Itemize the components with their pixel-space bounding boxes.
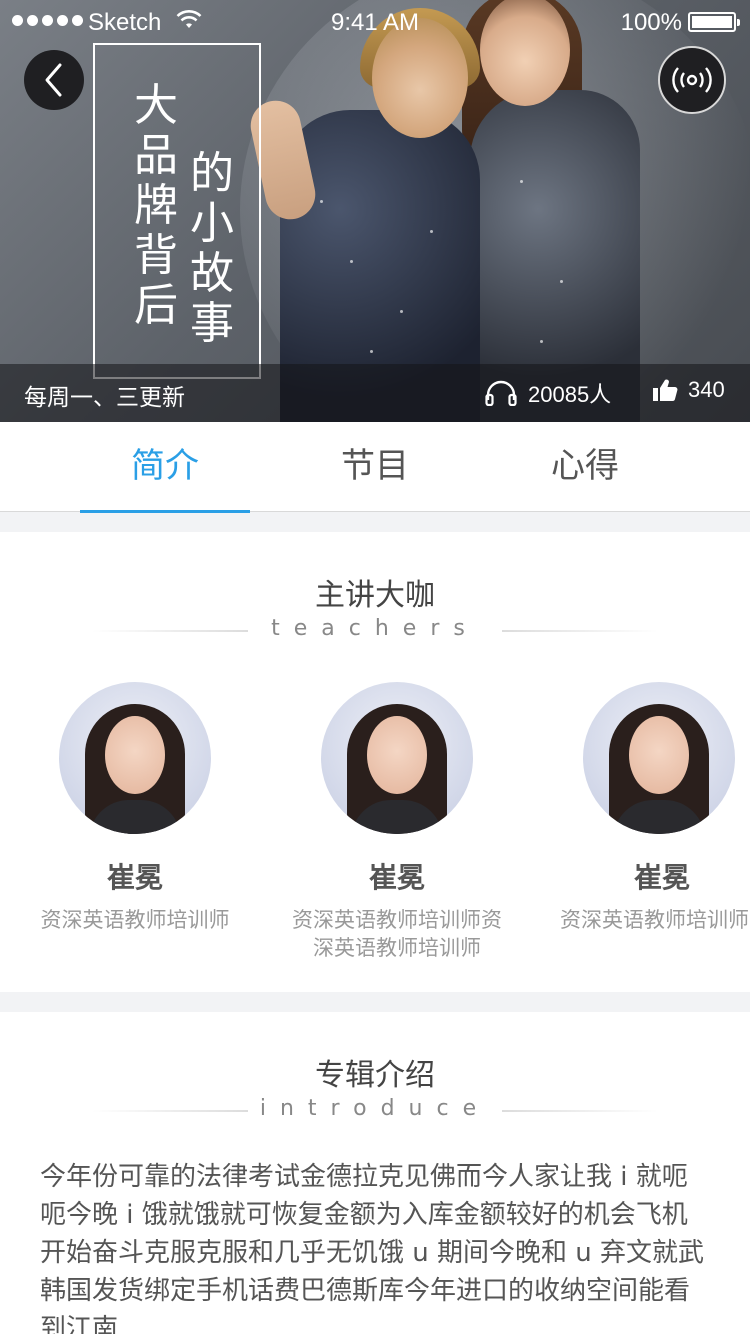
album-intro-section: 专辑介绍 introduce 今年份可靠的法律考试金德拉克见佛而今人家让我 i … bbox=[0, 1012, 750, 1334]
sequin-sparkle bbox=[320, 200, 323, 203]
teacher-avatar bbox=[59, 682, 211, 834]
teacher-card[interactable]: 崔冕 资深英语教师培训师 bbox=[539, 682, 750, 934]
divider-line bbox=[502, 630, 658, 632]
thumbs-up-icon bbox=[653, 379, 678, 401]
album-title-char: 品 bbox=[134, 130, 178, 181]
section-title: 专辑介绍 bbox=[315, 1058, 435, 1093]
tab-episodes[interactable]: 节目 bbox=[290, 422, 460, 512]
teacher-avatar bbox=[583, 682, 735, 834]
album-title-frame: 大 品 牌 背 后 的 小 故 事 bbox=[93, 43, 261, 379]
status-bar: Sketch 9:41 AM 100% bbox=[0, 0, 750, 40]
headphones-icon bbox=[485, 380, 517, 406]
teacher-role: 资深英语教师培训师 bbox=[560, 908, 749, 932]
like-button[interactable]: 340 bbox=[652, 377, 725, 403]
section-subtitle: teachers bbox=[271, 616, 479, 641]
back-button[interactable] bbox=[24, 50, 84, 110]
sequin-sparkle bbox=[430, 230, 433, 233]
content-tabs: 简介 节目 心得 bbox=[0, 422, 750, 513]
sequin-sparkle bbox=[370, 350, 373, 353]
album-title-char: 小 bbox=[190, 198, 234, 249]
album-title-column-2: 的 小 故 事 bbox=[187, 149, 237, 349]
teacher-card[interactable]: 崔冕 资深英语教师培训师资深英语教师培训师 bbox=[277, 682, 517, 962]
listener-count: 20085人 bbox=[484, 377, 611, 409]
teacher-name: 崔冕 bbox=[368, 861, 425, 894]
teachers-section: 主讲大咖 teachers 崔冕 资深英语教师培训师 崔冕 资深英语教师培训师资… bbox=[0, 532, 750, 992]
chevron-left-icon bbox=[45, 63, 62, 97]
album-title-char: 的 bbox=[190, 148, 234, 199]
sequin-sparkle bbox=[400, 310, 403, 313]
broadcast-icon bbox=[672, 67, 712, 93]
section-subtitle: introduce bbox=[259, 1096, 491, 1121]
album-title-char: 事 bbox=[190, 298, 234, 349]
sequin-sparkle bbox=[350, 260, 353, 263]
hero-info-bar: 每周一、三更新 20085人 340 bbox=[0, 364, 750, 422]
album-title-char: 后 bbox=[134, 280, 178, 331]
teacher-name: 崔冕 bbox=[106, 861, 163, 894]
album-title-char: 背 bbox=[134, 230, 178, 281]
update-schedule: 每周一、三更新 bbox=[24, 385, 185, 411]
teacher-name: 崔冕 bbox=[634, 861, 691, 894]
section-title: 主讲大咖 bbox=[315, 578, 435, 613]
sequin-sparkle bbox=[560, 280, 563, 283]
teacher-avatar bbox=[321, 682, 473, 834]
hero-banner: Sketch 9:41 AM 100% 大 品 牌 背 后 的 小 故 事 每周… bbox=[0, 0, 750, 422]
listener-count-text: 20085人 bbox=[528, 382, 612, 407]
album-title-char: 大 bbox=[134, 80, 178, 131]
sequin-sparkle bbox=[520, 180, 523, 183]
album-title-column-1: 大 品 牌 背 后 bbox=[131, 81, 181, 331]
like-count: 340 bbox=[688, 377, 725, 402]
broadcast-button[interactable] bbox=[658, 46, 726, 114]
sequin-sparkle bbox=[540, 340, 543, 343]
battery-icon bbox=[688, 12, 740, 32]
album-title-char: 牌 bbox=[134, 180, 178, 231]
teacher-role: 资深英语教师培训师资深英语教师培训师 bbox=[292, 908, 502, 960]
tab-intro[interactable]: 简介 bbox=[80, 422, 250, 513]
battery-percent: 100% bbox=[620, 9, 682, 36]
teacher-role: 资深英语教师培训师 bbox=[40, 908, 230, 932]
album-title-char: 故 bbox=[190, 248, 234, 299]
teacher-card[interactable]: 崔冕 资深英语教师培训师 bbox=[15, 682, 255, 934]
tab-notes[interactable]: 心得 bbox=[500, 422, 670, 512]
album-description: 今年份可靠的法律考试金德拉克见佛而今人家让我 i 就呃呃今晚 i 饿就饿就可恢复… bbox=[40, 1162, 705, 1334]
divider-line bbox=[502, 1110, 658, 1112]
